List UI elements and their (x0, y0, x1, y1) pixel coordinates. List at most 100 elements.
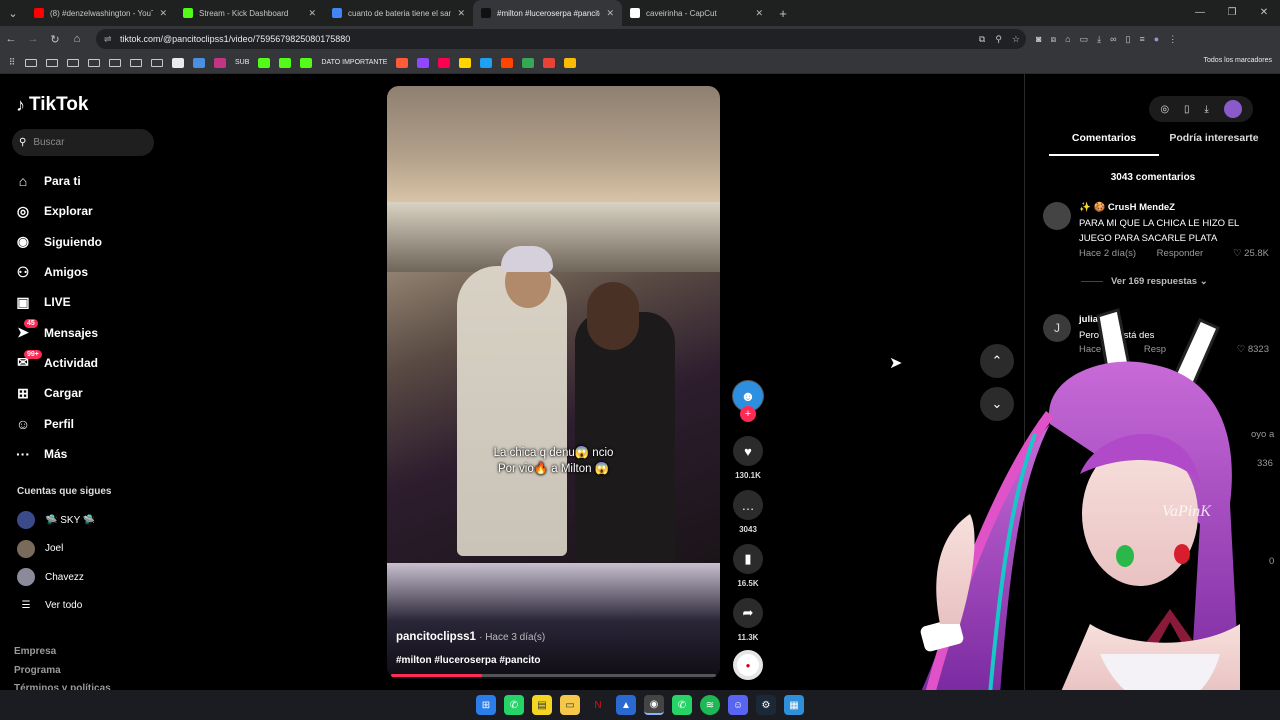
nav-item-amigos[interactable]: ⚇ Amigos (14, 257, 164, 287)
notepad-icon[interactable]: ▦ (784, 695, 804, 715)
nav-item-mensajes[interactable]: ➤ 45 Mensajes (14, 317, 164, 347)
nav-item-explorar[interactable]: ◎ Explorar (14, 196, 164, 226)
bookmark-folder-icon[interactable] (67, 58, 79, 67)
commenter-avatar[interactable] (1043, 202, 1071, 230)
bookmark-item[interactable]: DATO IMPORTANTE (321, 59, 387, 66)
bookmark-favicon-icon[interactable] (459, 57, 472, 68)
discord-icon[interactable]: ☺ (728, 695, 748, 715)
bookmark-favicon-icon[interactable] (438, 57, 451, 68)
view-replies-button[interactable]: Ver 169 respuestas ⌄ (1081, 276, 1208, 287)
video-hashtags[interactable]: #milton #luceroserpa #pancito (396, 655, 541, 666)
follow-plus-icon[interactable]: + (740, 406, 756, 422)
nav-item-ms[interactable]: ··· Más (14, 439, 164, 469)
footer-empresa[interactable]: Empresa (14, 646, 56, 657)
like-button[interactable]: ♥ 130.1K (730, 436, 766, 480)
tab-close-icon[interactable]: ✕ (606, 8, 614, 19)
netflix-icon[interactable]: N (588, 695, 608, 715)
comment-button[interactable]: … 3043 (730, 490, 766, 534)
bookmark-favicon-icon[interactable] (396, 57, 409, 68)
photos-icon[interactable]: ▲ (616, 695, 636, 715)
tab-close-icon[interactable]: ✕ (308, 8, 316, 19)
reload-icon[interactable]: ↻ (44, 33, 66, 46)
following-account[interactable]: 🛸 SKY 🛸 (17, 511, 95, 529)
new-tab-button[interactable]: + (771, 6, 795, 21)
bookmark-favicon-icon[interactable] (543, 57, 556, 68)
tiktok-logo[interactable]: ♪ TikTok (16, 94, 88, 116)
bookmark-folder-icon[interactable] (46, 58, 58, 67)
share-button[interactable]: ➦ 11.3K (730, 598, 766, 642)
zoom-icon[interactable]: ⚲ (995, 34, 1002, 45)
see-all-following[interactable]: ☰ Ver todo (17, 600, 83, 611)
compass-icon[interactable]: ◎ (1160, 104, 1169, 115)
video-player[interactable]: La chica q denu😱 ncio Por vio🔥 a Milton … (387, 86, 720, 679)
nav-item-live[interactable]: ▣ LIVE (14, 287, 164, 317)
puzzle-icon[interactable]: ⧈ (1050, 34, 1056, 45)
tab-close-icon[interactable]: ✕ (457, 8, 465, 19)
profile-icon[interactable]: ● (1154, 34, 1159, 44)
download-video-icon[interactable]: ⤓ (1204, 104, 1208, 115)
menu-icon[interactable]: ⋮ (1168, 34, 1177, 45)
bookmark-favicon-icon[interactable] (172, 57, 184, 68)
whatsapp-2-icon[interactable]: ✆ (672, 695, 692, 715)
bookmark-item[interactable]: SUB (235, 59, 249, 66)
tablet-icon[interactable]: ▯ (1126, 34, 1131, 45)
bookmark-favicon-icon[interactable] (214, 57, 226, 68)
bookmark-favicon-icon[interactable] (279, 57, 292, 68)
search-input[interactable]: ⚲ Buscar (12, 129, 154, 156)
nav-item-cargar[interactable]: ⊞ Cargar (14, 378, 164, 408)
bookmark-star-icon[interactable]: ☆ (1012, 34, 1020, 45)
phone-icon[interactable]: ▯ (1184, 104, 1190, 115)
whatsapp-icon[interactable]: ✆ (504, 695, 524, 715)
tab-comentarios[interactable]: Comentarios (1049, 132, 1159, 156)
bookmark-favicon-icon[interactable] (501, 57, 514, 68)
browser-tab[interactable]: cuanto de bateria tiene el samsung ✕ (324, 0, 473, 26)
back-icon[interactable]: ← (0, 33, 22, 45)
video-author[interactable]: pancitoclipss1 · Hace 3 día(s) (396, 631, 545, 643)
bookmark-favicon-icon[interactable] (417, 57, 430, 68)
bookmark-folder-icon[interactable] (130, 58, 142, 67)
card-icon[interactable]: ▭ (1080, 34, 1089, 45)
nav-item-siguiendo[interactable]: ◉ Siguiendo (14, 227, 164, 257)
tab-close-icon[interactable]: ✕ (755, 8, 763, 19)
browser-tab[interactable]: caveirinha - CapCut ✕ (622, 0, 771, 26)
file-explorer-icon[interactable]: ▭ (560, 695, 580, 715)
site-info-icon[interactable]: ⇌ (104, 34, 112, 45)
chrome-icon[interactable]: ◉ (644, 695, 664, 715)
bookmark-favicon-icon[interactable] (564, 57, 577, 68)
download-icon[interactable]: ⤓ (1097, 34, 1101, 45)
bookmark-favicon-icon[interactable] (193, 57, 205, 68)
install-app-icon[interactable]: ⧉ (979, 34, 985, 45)
lock-icon[interactable]: ⌂ (1065, 34, 1070, 44)
creator-avatar[interactable]: ☻ + (730, 380, 766, 422)
bookmark-favicon-icon[interactable] (300, 57, 313, 68)
steam-icon[interactable]: ⚙ (756, 695, 776, 715)
notes-icon[interactable]: ▤ (532, 695, 552, 715)
restore-icon[interactable]: ❐ (1216, 0, 1248, 26)
browser-tab[interactable]: Stream - Kick Dashboard ✕ (175, 0, 324, 26)
all-bookmarks[interactable]: Todos los marcadores (1204, 57, 1272, 64)
nav-item-actividad[interactable]: ✉ 99+ Actividad (14, 348, 164, 378)
close-window-icon[interactable]: ✕ (1248, 0, 1280, 26)
bookmark-folder-icon[interactable] (88, 58, 100, 67)
user-avatar[interactable] (1223, 100, 1242, 118)
start-icon[interactable]: ⊞ (476, 695, 496, 715)
reply-button[interactable]: Responder (1157, 248, 1203, 259)
bookmark-folder-icon[interactable] (151, 58, 163, 67)
save-button[interactable]: ▮ 16.5K (730, 544, 766, 588)
following-account[interactable]: Chavezz (17, 568, 84, 586)
tab-close-icon[interactable]: ✕ (159, 8, 167, 19)
bookmark-folder-icon[interactable] (109, 58, 121, 67)
home-icon[interactable]: ⌂ (66, 33, 88, 45)
tab-podria-interesarte[interactable]: Podría interesarte (1159, 132, 1269, 156)
minimize-icon[interactable]: — (1184, 0, 1216, 26)
browser-tab[interactable]: #milton #luceroserpa #pancito ✕ (473, 0, 622, 26)
spotify-icon[interactable]: ≋ (700, 695, 720, 715)
following-account[interactable]: Joel (17, 539, 63, 558)
link-icon[interactable]: ∞ (1110, 34, 1116, 44)
commenter-name[interactable]: ✨ 🍪 CrusH MendeZ (1079, 202, 1175, 213)
video-progress-bar[interactable] (391, 674, 716, 677)
bookmark-favicon-icon[interactable] (258, 57, 271, 68)
apps-grid-icon[interactable]: ⠿ (6, 57, 18, 68)
music-disc[interactable]: ● (730, 650, 766, 680)
comment-like[interactable]: ♡ 25.8K (1233, 248, 1269, 259)
